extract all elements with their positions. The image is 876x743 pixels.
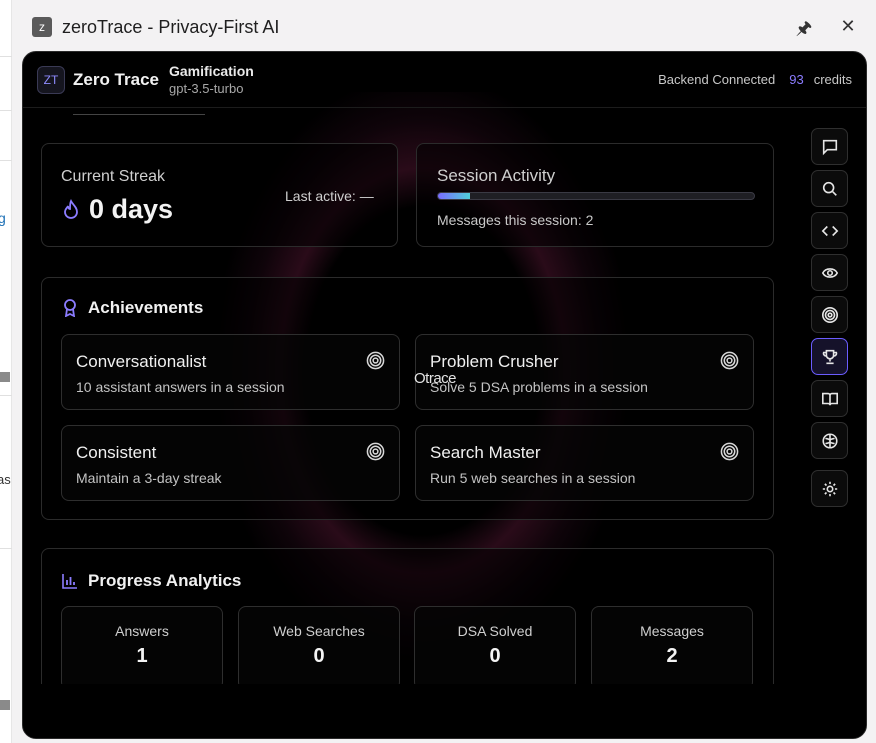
eye-icon[interactable] xyxy=(811,254,848,291)
achievement-item[interactable]: Conversationalist 10 assistant answers i… xyxy=(61,334,400,410)
credits-value: 93 xyxy=(789,72,804,87)
stat-value: 0 xyxy=(489,645,501,667)
book-icon[interactable] xyxy=(811,380,848,417)
achievements-title: Achievements xyxy=(88,298,204,317)
stat-tile: Messages 2 xyxy=(591,606,753,690)
session-progress-fill xyxy=(438,193,470,199)
stat-tile: DSA Solved 0 xyxy=(414,606,576,690)
close-icon[interactable]: ✕ xyxy=(838,16,858,46)
session-activity-card: Session Activity Messages this session: … xyxy=(416,143,774,247)
brain-icon[interactable] xyxy=(811,422,848,459)
gear-icon[interactable] xyxy=(811,470,848,507)
achievement-item[interactable]: Consistent Maintain a 3-day streak xyxy=(61,425,400,501)
achievement-desc: Solve 5 DSA problems in a session xyxy=(430,379,648,395)
stat-tile: Web Searches 0 xyxy=(238,606,400,690)
achievements-card: Achievements Conversationalist 10 assist… xyxy=(41,277,774,520)
stat-value: 2 xyxy=(666,645,678,667)
mode-title: Gamification xyxy=(169,63,254,79)
target-icon xyxy=(720,442,739,461)
achievement-name: Search Master xyxy=(430,443,541,462)
overlay-text: Otrace xyxy=(414,370,457,387)
streak-card: Current Streak 0 days Last active: — xyxy=(41,143,398,247)
stat-label: DSA Solved xyxy=(457,623,533,639)
stat-label: Answers xyxy=(115,623,169,639)
progress-title: Progress Analytics xyxy=(88,571,242,590)
target-icon[interactable] xyxy=(811,296,848,333)
background-page: g as xyxy=(0,0,12,743)
model-name: gpt-3.5-turbo xyxy=(169,81,244,96)
session-progress-bar xyxy=(437,192,755,200)
scroll-clip xyxy=(23,684,866,738)
chat-icon[interactable] xyxy=(811,128,848,165)
stat-value: 0 xyxy=(313,645,325,667)
target-icon xyxy=(720,351,739,370)
achievement-desc: 10 assistant answers in a session xyxy=(76,379,285,395)
window-title: zeroTrace - Privacy-First AI xyxy=(62,16,280,37)
trophy-icon[interactable] xyxy=(811,338,848,375)
flame-icon xyxy=(64,198,78,219)
code-icon[interactable] xyxy=(811,212,848,249)
stat-value: 1 xyxy=(136,645,148,667)
tab-underline xyxy=(73,114,205,115)
app-window: ZT Zero Trace Gamification gpt-3.5-turbo… xyxy=(22,51,867,739)
window-title-bar: z zeroTrace - Privacy-First AI 🖈︎ ✕ xyxy=(22,0,876,54)
achievement-name: Problem Crusher xyxy=(430,352,559,371)
right-sidebar xyxy=(811,128,848,507)
achievement-desc: Maintain a 3-day streak xyxy=(76,470,222,486)
logo: ZT xyxy=(37,65,65,94)
target-icon xyxy=(366,351,385,370)
app-header: ZT Zero Trace Gamification gpt-3.5-turbo… xyxy=(23,52,866,108)
achievement-name: Consistent xyxy=(76,443,157,462)
session-messages: Messages this session: 2 xyxy=(437,212,594,228)
app-badge-icon: z xyxy=(32,17,52,37)
award-icon xyxy=(64,299,76,317)
achievement-name: Conversationalist xyxy=(76,352,207,371)
stat-tile: Answers 1 xyxy=(61,606,223,690)
achievement-item[interactable]: Search Master Run 5 web searches in a se… xyxy=(415,425,754,501)
search-icon[interactable] xyxy=(811,170,848,207)
streak-value: 0 days xyxy=(89,194,174,224)
stat-label: Messages xyxy=(640,623,704,639)
last-active: Last active: — xyxy=(285,188,374,204)
target-icon xyxy=(366,442,385,461)
achievement-item[interactable]: Problem Crusher Solve 5 DSA problems in … xyxy=(415,334,754,410)
bar-chart-icon xyxy=(62,574,77,589)
pin-icon[interactable]: 🖈︎ xyxy=(794,16,814,46)
brand-name: Zero Trace xyxy=(73,69,159,89)
stat-label: Web Searches xyxy=(273,623,365,639)
backend-status: Backend Connected xyxy=(658,72,776,87)
session-activity-label: Session Activity xyxy=(437,166,556,185)
achievement-desc: Run 5 web searches in a session xyxy=(430,470,636,486)
streak-label: Current Streak xyxy=(61,168,166,185)
credits-label: credits xyxy=(813,72,852,87)
